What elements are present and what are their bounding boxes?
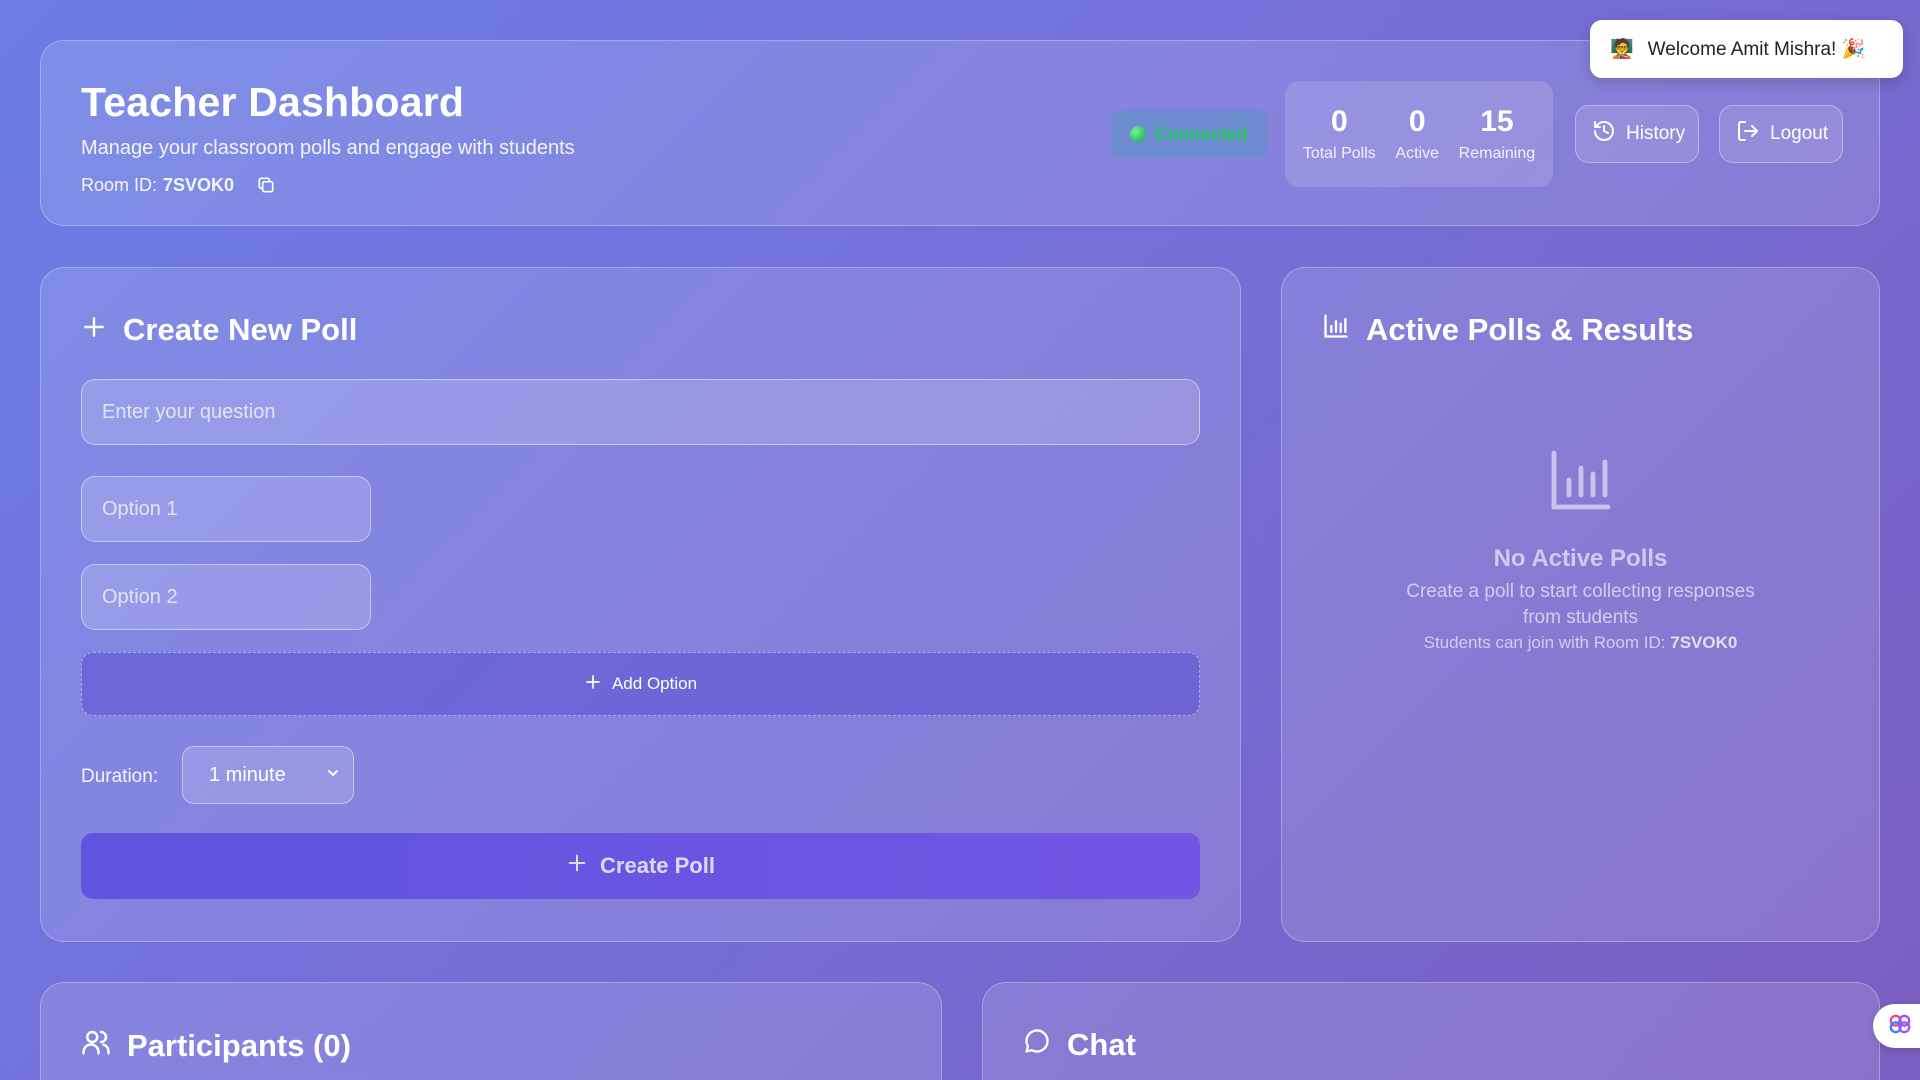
add-option-button[interactable]: Add Option xyxy=(81,652,1200,716)
chat-bubble-icon xyxy=(1023,1027,1051,1063)
copy-icon[interactable] xyxy=(254,173,278,197)
stat-label: Remaining xyxy=(1458,145,1536,162)
logout-button-label: Logout xyxy=(1770,123,1829,144)
create-poll-card: Create New Poll Add Option Duration: 1 m… xyxy=(40,267,1241,942)
plus-icon xyxy=(584,673,602,696)
plus-icon xyxy=(566,852,588,880)
status-dot-icon xyxy=(1130,126,1147,142)
empty-state: No Active Polls Create a poll to start c… xyxy=(1282,444,1879,653)
history-button-label: History xyxy=(1626,123,1686,144)
room-id-value: 7SVOK0 xyxy=(163,174,235,195)
stat-value: 0 xyxy=(1330,105,1348,138)
history-button[interactable]: History xyxy=(1575,105,1699,163)
duration-selected-value: 1 minute xyxy=(209,763,286,786)
participants-heading: Participants (0) xyxy=(81,1027,351,1065)
room-id-row: Room ID: 7SVOK0 xyxy=(81,173,278,197)
create-poll-title: Create New Poll xyxy=(123,312,358,347)
duration-label: Duration: xyxy=(81,766,159,787)
option-2-input[interactable] xyxy=(81,564,371,630)
users-icon xyxy=(81,1027,111,1065)
stat-label: Total Polls xyxy=(1302,145,1376,162)
stat-remaining: 15 Remaining xyxy=(1459,105,1535,163)
empty-state-text: Create a poll to start collecting respon… xyxy=(1406,581,1755,628)
assistant-fab[interactable] xyxy=(1873,1004,1920,1048)
chat-card: Chat xyxy=(982,982,1880,1080)
create-poll-heading: Create New Poll xyxy=(81,312,357,348)
brain-icon xyxy=(1887,1011,1913,1042)
toast-message: Welcome Amit Mishra! 🎉 xyxy=(1647,39,1866,60)
stat-label: Active xyxy=(1395,145,1439,162)
room-id-label: Room ID: xyxy=(81,174,158,195)
duration-select[interactable]: 1 minute xyxy=(182,746,354,804)
teacher-emoji-icon: 🧑‍🏫 xyxy=(1610,39,1634,60)
active-polls-heading: Active Polls & Results xyxy=(1322,312,1693,348)
create-poll-button[interactable]: Create Poll xyxy=(81,833,1200,899)
chat-title: Chat xyxy=(1067,1027,1136,1062)
option-1-input[interactable] xyxy=(81,476,371,542)
chat-heading: Chat xyxy=(1023,1027,1136,1063)
participants-card: Participants (0) xyxy=(40,982,942,1080)
chevron-down-icon xyxy=(325,764,341,787)
stats-panel: 0 Total Polls 0 Active 15 Remaining xyxy=(1285,81,1553,187)
empty-room-prefix: Students can join with Room ID: xyxy=(1423,633,1666,652)
page-title: Teacher Dashboard xyxy=(81,79,465,125)
stat-active: 0 Active xyxy=(1395,105,1439,163)
connection-status-text: Connected xyxy=(1154,123,1248,144)
page-subtitle: Manage your classroom polls and engage w… xyxy=(81,137,575,159)
empty-room-id: 7SVOK0 xyxy=(1670,633,1738,652)
welcome-toast: 🧑‍🏫 Welcome Amit Mishra! 🎉 xyxy=(1590,20,1903,78)
connection-status-badge: Connected xyxy=(1111,110,1267,158)
logout-button[interactable]: Logout xyxy=(1719,105,1843,163)
stat-value: 0 xyxy=(1408,105,1426,138)
stat-total-polls: 0 Total Polls xyxy=(1303,105,1376,163)
participants-title: Participants (0) xyxy=(127,1028,351,1063)
history-icon xyxy=(1592,119,1616,149)
add-option-label: Add Option xyxy=(611,674,698,693)
bar-chart-icon xyxy=(1322,312,1350,348)
question-input[interactable] xyxy=(81,379,1200,445)
logout-icon xyxy=(1736,119,1760,149)
bar-chart-icon xyxy=(1545,444,1617,521)
empty-state-title: No Active Polls xyxy=(1493,545,1668,572)
plus-icon xyxy=(81,312,107,348)
create-poll-button-label: Create Poll xyxy=(600,853,715,878)
empty-state-room: Students can join with Room ID: 7SVOK0 xyxy=(1282,633,1879,653)
stat-value: 15 xyxy=(1480,105,1514,138)
active-polls-title: Active Polls & Results xyxy=(1366,312,1694,347)
active-polls-card: Active Polls & Results No Active Polls C… xyxy=(1281,267,1880,942)
